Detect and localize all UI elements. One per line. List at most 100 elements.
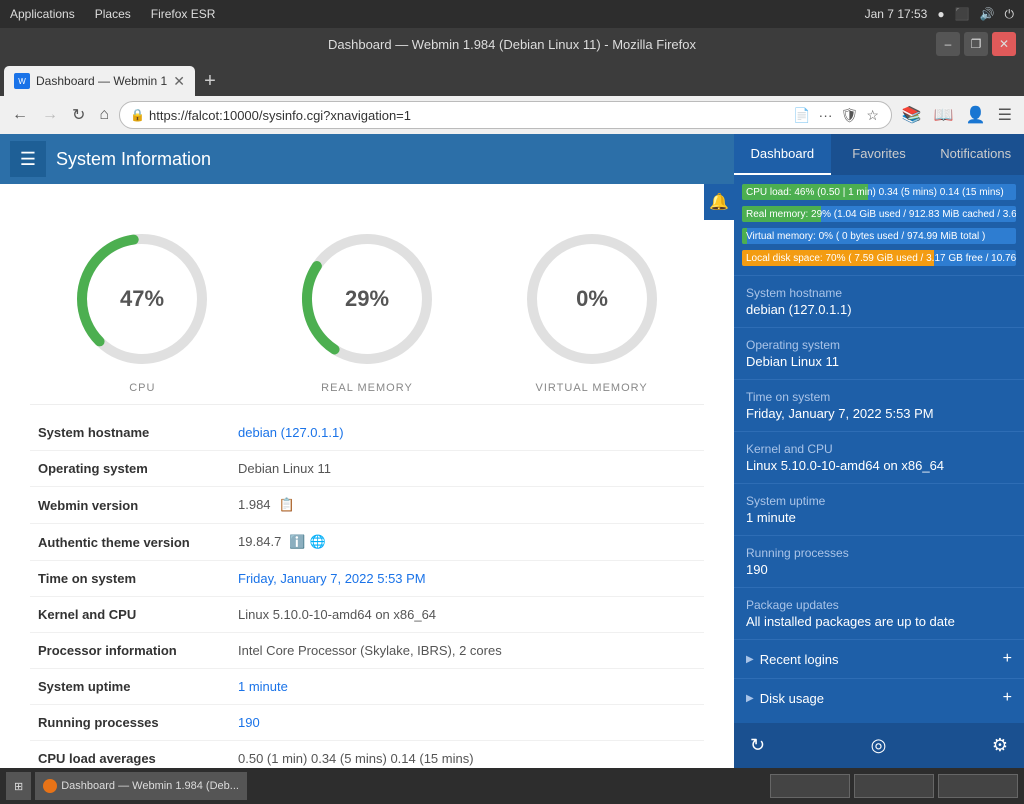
info-row-label: Webmin version: [30, 487, 230, 524]
address-bar-icons: 📄 ··· 🛡 ☆: [791, 105, 881, 126]
browser-minimize-button[interactable]: –: [936, 32, 960, 56]
back-button[interactable]: ←: [8, 104, 32, 126]
info-row-label: System hostname: [30, 415, 230, 451]
bookmarks-library-icon[interactable]: 📚: [898, 103, 926, 127]
more-button[interactable]: ···: [817, 105, 835, 126]
shield-icon[interactable]: 🛡: [839, 105, 861, 126]
info-row-link[interactable]: 190: [238, 715, 260, 730]
panel-body: CPU load: 46% (0.50 | 1 min) 0.34 (5 min…: [734, 175, 1024, 723]
info-icon[interactable]: ℹ️: [289, 534, 305, 549]
resource-bar-item: Real memory: 29% (1.04 GiB used / 912.83…: [734, 203, 1024, 225]
panel-section-title: Time on system: [746, 390, 1012, 404]
panel-refresh-button[interactable]: ↻: [746, 731, 769, 760]
os-indicator-screen: ⬛: [955, 7, 970, 21]
panel-section-value: All installed packages are up to date: [746, 614, 1012, 629]
info-row-value: Debian Linux 11: [230, 451, 704, 487]
panel-settings-button[interactable]: ⚙: [988, 731, 1012, 760]
account-icon[interactable]: 👤: [962, 103, 990, 127]
taskbar-search-input[interactable]: [770, 774, 850, 798]
table-row: Time on systemFriday, January 7, 2022 5:…: [30, 561, 704, 597]
os-indicator-power[interactable]: ⏻: [1005, 7, 1015, 22]
info-row-link[interactable]: 1 minute: [238, 679, 288, 694]
info-row-value[interactable]: 1 minute: [230, 669, 704, 705]
cpu-gauge: 47% CPU: [67, 224, 217, 394]
resource-bar-track: Virtual memory: 0% ( 0 bytes used / 974.…: [742, 228, 1016, 244]
reload-button[interactable]: ↻: [68, 103, 89, 127]
resource-bar-track: Real memory: 29% (1.04 GiB used / 912.83…: [742, 206, 1016, 222]
info-row-value[interactable]: debian (127.0.1.1): [230, 415, 704, 451]
info-row-label: Running processes: [30, 705, 230, 741]
browser-close-button[interactable]: ✕: [992, 32, 1016, 56]
os-topbar: Applications Places Firefox ESR Jan 7 17…: [0, 0, 1024, 28]
collapsible-section-label: Disk usage: [760, 691, 997, 706]
tab-label: Dashboard — Webmin 1: [36, 74, 167, 88]
browser-tab-active[interactable]: W Dashboard — Webmin 1 ✕: [4, 66, 195, 96]
collapsible-arrow-icon: ▶: [746, 654, 754, 665]
hamburger-menu-button[interactable]: ☰: [10, 141, 46, 177]
collapsible-section[interactable]: ▶ Recent logins +: [734, 639, 1024, 678]
info-row-value[interactable]: 190: [230, 705, 704, 741]
taskbar-search-input-3[interactable]: [938, 774, 1018, 798]
info-row-label: Operating system: [30, 451, 230, 487]
tab-close-button[interactable]: ✕: [173, 73, 185, 90]
home-button[interactable]: ⌂: [95, 104, 113, 126]
resource-bar-track: CPU load: 46% (0.50 | 1 min) 0.34 (5 min…: [742, 184, 1016, 200]
browser-title: Dashboard — Webmin 1.984 (Debian Linux 1…: [328, 37, 696, 52]
browser-titlebar: Dashboard — Webmin 1.984 (Debian Linux 1…: [0, 28, 1024, 60]
reader-view-icon[interactable]: 📄: [791, 105, 812, 126]
real-memory-gauge-label: REAL MEMORY: [321, 382, 413, 394]
taskbar-app-label: Dashboard — Webmin 1.984 (Deb...: [61, 780, 239, 792]
table-row: Processor informationIntel Core Processo…: [30, 633, 704, 669]
theme-icon[interactable]: 🌐: [310, 534, 326, 549]
os-indicator-dot: ●: [937, 7, 944, 21]
panel-section-title: Package updates: [746, 598, 1012, 612]
panel-footer: ↻ ◎ ⚙: [734, 723, 1024, 768]
collapsible-section-label: Recent logins: [760, 652, 997, 667]
right-panel: Dashboard Favorites Notifications CPU lo…: [734, 134, 1024, 768]
os-menu-applications[interactable]: Applications: [10, 7, 75, 21]
panel-view-button[interactable]: ◎: [867, 731, 891, 760]
panel-tab-favorites[interactable]: Favorites: [831, 134, 928, 175]
copy-icon[interactable]: 📋: [279, 497, 295, 512]
info-row-link[interactable]: Friday, January 7, 2022 5:53 PM: [238, 571, 426, 586]
panel-section-value: Linux 5.10.0-10-amd64 on x86_64: [746, 458, 1012, 473]
address-input[interactable]: [149, 108, 787, 123]
panel-section-title: Running processes: [746, 546, 1012, 560]
os-menu-firefox[interactable]: Firefox ESR: [151, 7, 216, 21]
firefox-menu-icon[interactable]: ☰: [994, 103, 1016, 127]
bookmark-icon[interactable]: ☆: [864, 105, 881, 126]
info-row-value: Intel Core Processor (Skylake, IBRS), 2 …: [230, 633, 704, 669]
collapsible-arrow-icon: ▶: [746, 693, 754, 704]
resource-bar-fill: Local disk space: 70% ( 7.59 GiB used / …: [742, 250, 934, 266]
taskbar-app-button[interactable]: Dashboard — Webmin 1.984 (Deb...: [35, 772, 247, 800]
info-row-link[interactable]: debian (127.0.1.1): [238, 425, 344, 440]
taskbar-search-input-2[interactable]: [854, 774, 934, 798]
tab-bar: W Dashboard — Webmin 1 ✕ +: [0, 60, 1024, 96]
panel-sections-container: System hostnamedebian (127.0.1.1)Operati…: [734, 275, 1024, 639]
info-row-value[interactable]: Friday, January 7, 2022 5:53 PM: [230, 561, 704, 597]
info-row-value: Linux 5.10.0-10-amd64 on x86_64: [230, 597, 704, 633]
panel-tab-notifications[interactable]: Notifications: [927, 134, 1024, 175]
panel-tabs: Dashboard Favorites Notifications: [734, 134, 1024, 175]
notification-bell-button[interactable]: 🔔: [704, 184, 734, 220]
collapsible-section[interactable]: ▶ Disk usage +: [734, 678, 1024, 717]
panel-tab-dashboard[interactable]: Dashboard: [734, 134, 831, 175]
panel-section-title: Operating system: [746, 338, 1012, 352]
browser-titlebar-controls: – ❐ ✕: [936, 32, 1016, 56]
resource-bar-item: Virtual memory: 0% ( 0 bytes used / 974.…: [734, 225, 1024, 247]
taskbar-show-desktop-button[interactable]: ⊞: [6, 772, 31, 800]
resource-bar-fill: CPU load: 46% (0.50 | 1 min) 0.34 (5 min…: [742, 184, 868, 200]
collapsible-plus-icon[interactable]: +: [1003, 689, 1012, 707]
collapsible-plus-icon[interactable]: +: [1003, 650, 1012, 668]
os-menu-places[interactable]: Places: [95, 7, 131, 21]
table-row: CPU load averages0.50 (1 min) 0.34 (5 mi…: [30, 741, 704, 769]
panel-section-value: debian (127.0.1.1): [746, 302, 1012, 317]
resource-bars-container: CPU load: 46% (0.50 | 1 min) 0.34 (5 min…: [734, 175, 1024, 275]
browser-maximize-button[interactable]: ❐: [964, 32, 988, 56]
info-row-label: Kernel and CPU: [30, 597, 230, 633]
synced-tabs-icon[interactable]: 📖: [930, 103, 958, 127]
new-tab-button[interactable]: +: [195, 66, 225, 96]
info-row-label: System uptime: [30, 669, 230, 705]
panel-section: System uptime1 minute: [734, 483, 1024, 535]
forward-button[interactable]: →: [38, 104, 62, 126]
